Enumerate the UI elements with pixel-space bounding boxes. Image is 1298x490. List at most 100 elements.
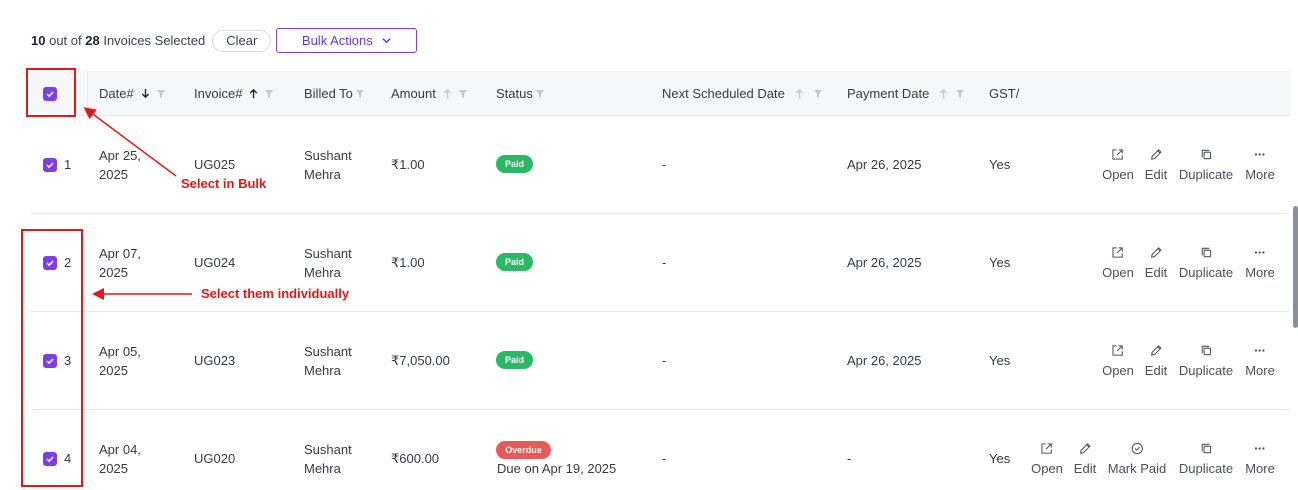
sort-asc-icon[interactable] xyxy=(248,88,259,99)
billed-to: Sushant Mehra xyxy=(304,440,352,478)
duplicate-icon xyxy=(1199,344,1212,363)
more-dots-icon xyxy=(1254,148,1267,167)
table-header: Date# Invoice# Billed To Amount Status N… xyxy=(31,71,1290,116)
action-duplicate-button[interactable]: Duplicate xyxy=(1179,442,1233,476)
invoice-number[interactable]: UG025 xyxy=(194,155,235,174)
billed-line2: Mehra xyxy=(304,167,341,182)
filter-icon[interactable] xyxy=(264,89,274,99)
filter-icon[interactable] xyxy=(355,89,365,99)
date-line1: Apr 05, xyxy=(99,344,141,359)
filter-icon[interactable] xyxy=(955,89,965,99)
invoice-number[interactable]: UG024 xyxy=(194,253,235,272)
check-circle-icon xyxy=(1131,442,1144,461)
date-line2: 2025 xyxy=(99,167,128,182)
column-date[interactable]: Date# xyxy=(99,71,166,116)
action-duplicate-button[interactable]: Duplicate xyxy=(1179,246,1233,280)
billed-line1: Sushant xyxy=(304,344,352,359)
action-duplicate-button[interactable]: Duplicate xyxy=(1179,148,1233,182)
action-label: Duplicate xyxy=(1178,167,1234,182)
action-more-button[interactable]: More xyxy=(1245,344,1275,378)
billed-to: Sushant Mehra xyxy=(304,342,352,380)
clear-selection-button[interactable]: Clear xyxy=(212,29,272,52)
action-label: More xyxy=(1245,167,1275,182)
table-row[interactable]: 1 Apr 25, 2025 UG025 Sushant Mehra ₹1.00 P… xyxy=(31,116,1290,214)
column-payment-date[interactable]: Payment Date xyxy=(847,71,965,116)
sort-desc-icon[interactable] xyxy=(140,88,151,99)
more-dots-icon xyxy=(1254,344,1267,363)
date-line1: Apr 25, xyxy=(99,148,141,163)
action-mark-paid-button[interactable]: Mark Paid xyxy=(1107,442,1167,476)
action-label: More xyxy=(1245,461,1275,476)
invoice-number[interactable]: UG020 xyxy=(194,449,235,468)
more-dots-icon xyxy=(1254,442,1267,461)
action-open-button[interactable]: Open xyxy=(1102,344,1134,378)
column-billed-to[interactable]: Billed To xyxy=(304,71,365,116)
column-payment-date-label: Payment Date xyxy=(847,86,930,101)
sort-icon[interactable] xyxy=(938,88,949,99)
pencil-icon xyxy=(1079,442,1092,461)
gst-value: Yes xyxy=(989,255,1011,270)
invoices-table: Date# Invoice# Billed To Amount Status N… xyxy=(31,71,1290,490)
invoice-date: Apr 04, 2025 xyxy=(99,440,141,478)
action-open-button[interactable]: Open xyxy=(1031,442,1063,476)
column-status-label: Status xyxy=(496,86,533,101)
invoice-number[interactable]: UG023 xyxy=(194,351,235,370)
table-row[interactable]: 3 Apr 05, 2025 UG023 Sushant Mehra ₹7,050.… xyxy=(31,312,1290,410)
status-badge: Paid xyxy=(496,155,533,173)
action-edit-button[interactable]: Edit xyxy=(1145,246,1167,280)
billed-line2: Mehra xyxy=(304,265,341,280)
action-label: Open xyxy=(1102,167,1134,182)
next-scheduled-date: - xyxy=(662,451,667,466)
date-line1: Apr 04, xyxy=(99,442,141,457)
table-row[interactable]: 4 Apr 04, 2025 UG020 Sushant Mehra ₹600.00… xyxy=(31,410,1290,490)
action-edit-button[interactable]: Edit xyxy=(1145,344,1167,378)
sort-icon[interactable] xyxy=(442,88,453,99)
action-more-button[interactable]: More xyxy=(1245,148,1275,182)
column-date-label: Date# xyxy=(99,86,134,101)
sort-icon[interactable] xyxy=(794,88,805,99)
action-edit-button[interactable]: Edit xyxy=(1074,442,1096,476)
billed-to: Sushant Mehra xyxy=(304,244,352,282)
open-external-icon xyxy=(1112,246,1125,265)
amount: ₹1.00 xyxy=(391,157,425,172)
column-amount[interactable]: Amount xyxy=(391,71,468,116)
column-status[interactable]: Status xyxy=(496,71,545,116)
status-badge: Paid xyxy=(496,253,533,271)
gst-value: Yes xyxy=(989,451,1011,466)
action-open-button[interactable]: Open xyxy=(1102,148,1134,182)
next-scheduled-date: - xyxy=(662,157,667,172)
action-label: Edit xyxy=(1144,167,1168,182)
filter-icon[interactable] xyxy=(813,89,823,99)
billed-line1: Sushant xyxy=(304,246,352,261)
invoice-date: Apr 05, 2025 xyxy=(99,342,141,380)
filter-icon[interactable] xyxy=(156,89,166,99)
column-next-scheduled-label: Next Scheduled Date xyxy=(662,86,785,101)
billed-line1: Sushant xyxy=(304,442,352,457)
status-badge: Paid xyxy=(496,351,533,369)
action-edit-button[interactable]: Edit xyxy=(1145,148,1167,182)
action-open-button[interactable]: Open xyxy=(1102,246,1134,280)
filter-icon[interactable] xyxy=(458,89,468,99)
vertical-scrollbar[interactable] xyxy=(1293,206,1298,328)
status-badge: Overdue xyxy=(496,441,551,459)
action-more-button[interactable]: More xyxy=(1245,442,1275,476)
date-line1: Apr 07, xyxy=(99,246,141,261)
action-label: Duplicate xyxy=(1178,461,1234,476)
column-gst[interactable]: GST/ xyxy=(989,71,1019,116)
date-line2: 2025 xyxy=(99,265,128,280)
bulk-actions-button[interactable]: Bulk Actions xyxy=(276,28,418,53)
chevron-down-icon xyxy=(382,38,391,44)
bulk-actions-label: Bulk Actions xyxy=(301,33,373,48)
action-label: Open xyxy=(1102,363,1134,378)
amount: ₹7,050.00 xyxy=(391,353,450,368)
filter-icon[interactable] xyxy=(535,89,545,99)
action-duplicate-button[interactable]: Duplicate xyxy=(1179,344,1233,378)
action-more-button[interactable]: More xyxy=(1245,246,1275,280)
payment-date: Apr 26, 2025 xyxy=(847,157,922,172)
column-invoice[interactable]: Invoice# xyxy=(194,71,274,116)
column-next-scheduled-date[interactable]: Next Scheduled Date xyxy=(662,71,823,116)
annotation-label-individual: Select them individually xyxy=(201,286,350,301)
column-gst-label: GST/ xyxy=(989,86,1020,101)
row-checkbox[interactable] xyxy=(43,158,57,172)
action-label: Mark Paid xyxy=(1107,461,1167,476)
